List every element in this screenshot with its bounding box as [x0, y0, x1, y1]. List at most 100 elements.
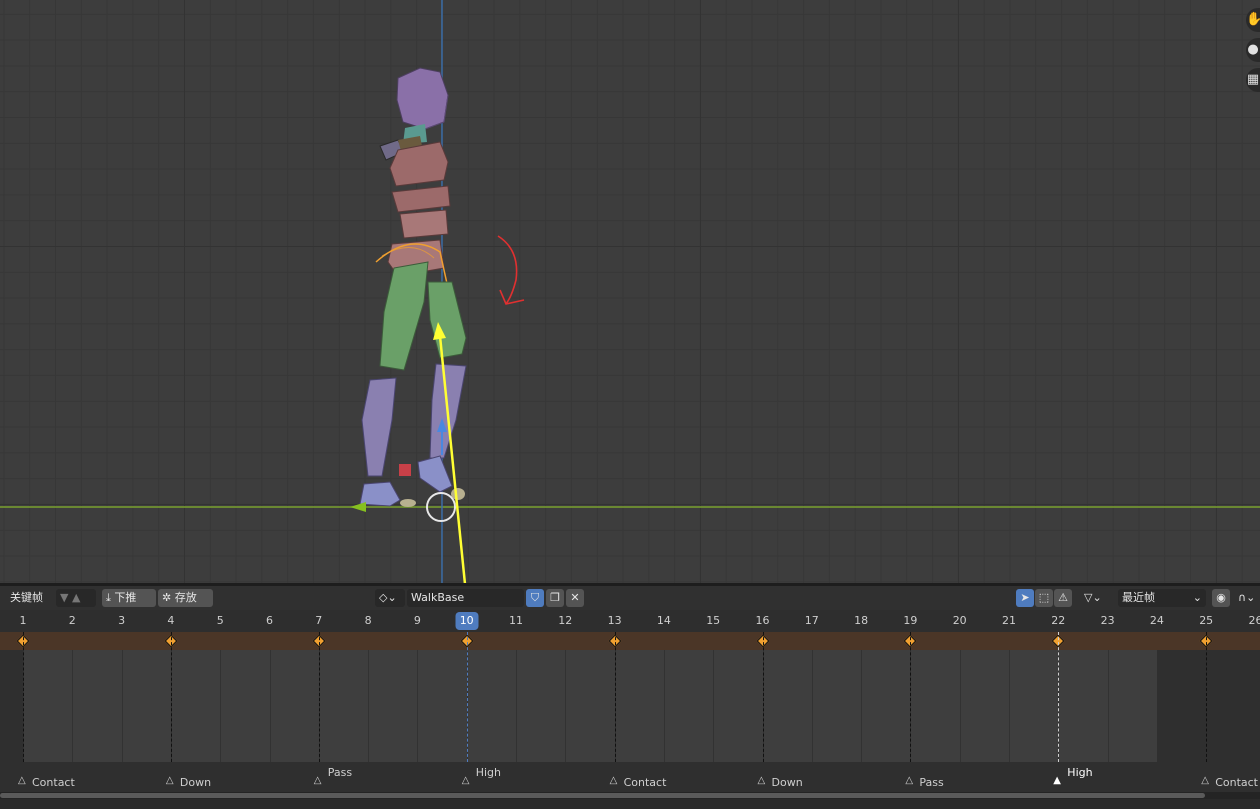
filter-icon: ▽ [1084, 591, 1093, 604]
marker-icon[interactable]: △ [462, 775, 470, 786]
marker-line [171, 632, 172, 762]
marker-label: Down [771, 776, 803, 789]
marker-line [615, 632, 616, 762]
marker-label: Contact [623, 776, 667, 789]
snapping-label: 最近帧 [1122, 591, 1155, 604]
stash-button[interactable]: ✲ 存放 [158, 589, 213, 607]
frame-number: 12 [558, 614, 573, 627]
scrollbar-thumb[interactable] [0, 793, 1205, 798]
character-rig-scene [0, 0, 1260, 583]
marker-icon[interactable]: △ [314, 775, 322, 786]
abdomen-mesh [399, 209, 449, 239]
unlink-action-icon[interactable]: ✕ [566, 589, 584, 607]
frame-number: 14 [656, 614, 671, 627]
proportional-editing-icon[interactable]: ◉ [1212, 589, 1230, 607]
snapping-dropdown[interactable]: 最近帧 ⌄ [1118, 589, 1206, 607]
frame-number: 17 [804, 614, 819, 627]
marker-line [763, 632, 764, 762]
dopesheet-editor[interactable]: 关键帧 ▼ ▲ ⤓ 下推 ✲ 存放 ◇⌄ WalkBase ⛉ ❐ ✕ ➤ ⬚ … [0, 586, 1260, 809]
frame-gridline [812, 650, 813, 762]
falloff-dropdown[interactable]: ∩⌄ [1234, 589, 1260, 607]
marker-icon[interactable]: △ [905, 775, 913, 786]
frame-gridline [270, 650, 271, 762]
action-name-field[interactable]: WalkBase [407, 589, 524, 607]
frame-number: 25 [1199, 614, 1214, 627]
action-icon: ◇ [379, 591, 388, 604]
frame-number: 24 [1149, 614, 1164, 627]
layer-up-down-buttons[interactable]: ▼ ▲ [56, 589, 96, 607]
frame-ruler[interactable]: 1 2 3 4 5 6 7 8 9 10 11 12 13 14 15 16 17 18 19 20 21 22 23 24 2… [0, 610, 1260, 632]
right-foot-mesh [417, 455, 453, 493]
only-errors-icon[interactable]: ⚠ [1054, 589, 1072, 607]
frame-gridline [122, 650, 123, 762]
frame-number: 26 [1248, 614, 1260, 627]
marker-icon[interactable]: △ [166, 775, 174, 786]
channel-region[interactable] [0, 650, 1260, 762]
frame-number: 18 [854, 614, 869, 627]
only-selected-icon[interactable]: ➤ [1016, 589, 1034, 607]
marker-icon[interactable]: △ [758, 775, 766, 786]
frame-number: 19 [903, 614, 918, 627]
marker-icon[interactable]: ▲ [1053, 775, 1061, 786]
markers-region[interactable]: △ Contact △ Down △ Pass △ High △ Contact △ Down △ Pas… [0, 762, 1260, 794]
marker-line [1206, 632, 1207, 762]
frame-number: 1 [19, 614, 27, 627]
3d-viewport[interactable]: ✋ ● ▦ [0, 0, 1260, 583]
show-hidden-icon[interactable]: ⬚ [1035, 589, 1053, 607]
marker-line [23, 632, 24, 762]
left-shin-mesh [361, 377, 397, 477]
frame-gridline [220, 650, 221, 762]
current-frame-indicator[interactable]: 10 [455, 612, 479, 630]
marker-label: Down [179, 776, 212, 789]
frame-number: 15 [706, 614, 721, 627]
out-of-range-shade [1157, 650, 1260, 762]
marker-line [910, 632, 911, 762]
y-gizmo-arrow [350, 502, 366, 512]
frame-gridline [368, 650, 369, 762]
frame-gridline [417, 650, 418, 762]
dopesheet-header: 关键帧 ▼ ▲ ⤓ 下推 ✲ 存放 ◇⌄ WalkBase ⛉ ❐ ✕ ➤ ⬚ … [0, 586, 1260, 610]
frame-number: 11 [509, 614, 523, 627]
frame-gridline [713, 650, 714, 762]
marker-icon[interactable]: △ [18, 775, 26, 786]
frame-number: 21 [1002, 614, 1016, 627]
push-down-button[interactable]: ⤓ 下推 [102, 589, 156, 607]
summary-row [0, 632, 1260, 650]
push-down-label: 下推 [114, 591, 137, 604]
frame-gridline [664, 650, 665, 762]
marker-label: Contact [32, 776, 75, 789]
filter-dropdown[interactable]: ▽⌄ [1080, 589, 1112, 607]
right-thigh-mesh [427, 281, 467, 359]
frame-gridline [516, 650, 517, 762]
frame-gridline [565, 650, 566, 762]
fake-user-shield-icon[interactable]: ⛉ [526, 589, 544, 607]
frame-gridline [1108, 650, 1109, 762]
marker-icon[interactable]: △ [610, 775, 618, 786]
head-mesh [396, 67, 449, 130]
left-thigh-mesh [379, 261, 429, 371]
frame-number: 9 [413, 614, 421, 627]
toe-mesh [400, 499, 416, 507]
action-browse-dropdown[interactable]: ◇⌄ [375, 589, 405, 607]
marker-label: Pass [327, 766, 353, 779]
frame-number: 5 [216, 614, 224, 627]
frame-number: 4 [167, 614, 175, 627]
frame-number: 23 [1100, 614, 1115, 627]
frame-gridline [861, 650, 862, 762]
frame-number: 13 [607, 614, 622, 627]
snowflake-icon: ✲ [162, 591, 172, 604]
frame-gridline [1009, 650, 1010, 762]
frame-number: 22 [1051, 614, 1066, 627]
stash-label: 存放 [174, 591, 197, 604]
marker-label: High [1067, 766, 1093, 779]
marker-label: High [475, 766, 501, 779]
marker-line [319, 632, 320, 762]
frame-number: 20 [952, 614, 967, 627]
mode-label[interactable]: 关键帧 [10, 589, 43, 607]
chevron-down-icon: ⌄ [1192, 591, 1202, 604]
horizontal-scrollbar[interactable] [0, 792, 1260, 799]
duplicate-action-icon[interactable]: ❐ [546, 589, 564, 607]
marker-label: Contact [1215, 776, 1258, 789]
marker-icon[interactable]: △ [1201, 775, 1209, 786]
frame-number: 7 [315, 614, 323, 627]
